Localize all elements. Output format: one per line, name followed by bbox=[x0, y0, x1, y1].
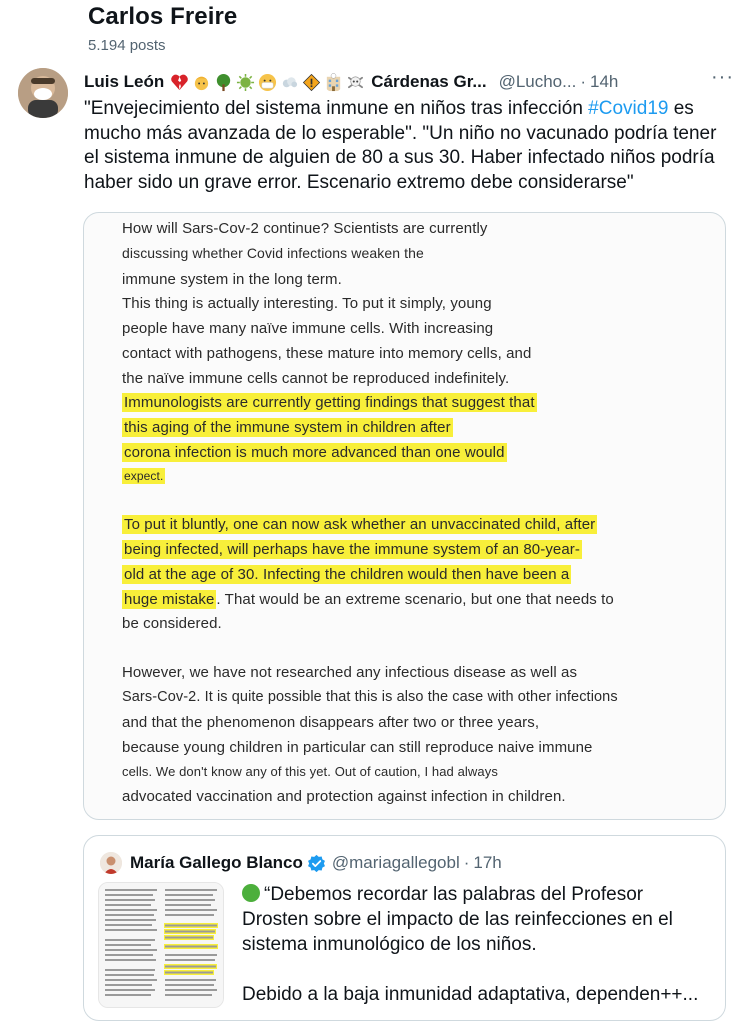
scanned-document: How will Sars-Cov-2 continue? Scientists… bbox=[84, 213, 725, 819]
verified-badge-icon bbox=[307, 854, 325, 872]
breath-icon bbox=[283, 76, 298, 87]
more-options-icon[interactable]: ··· bbox=[711, 66, 734, 89]
doc-line: and that the phenomenon disappears after… bbox=[122, 714, 540, 731]
hashtag-link[interactable]: #Covid19 bbox=[588, 98, 668, 119]
skull-crossbones-icon bbox=[348, 76, 364, 88]
doc-line: people have many naïve immune cells. Wit… bbox=[122, 320, 494, 337]
author-handle[interactable]: @Lucho... bbox=[499, 72, 577, 92]
warning-sign-icon bbox=[303, 73, 321, 91]
quoted-author-avatar[interactable] bbox=[100, 852, 122, 874]
tree-icon bbox=[217, 73, 231, 91]
quoted-tweet-text: “Debemos recordar las palabras del Profe… bbox=[242, 882, 714, 1007]
doc-line: . That would be an extreme scenario, but… bbox=[216, 591, 614, 608]
quoted-tweet-para2: Debido a la baja inmunidad adaptativa, d… bbox=[242, 984, 699, 1005]
doc-highlighted-line: corona infection is much more advanced t… bbox=[122, 443, 507, 462]
tweet-text: "Envejecimiento del sistema inmune en ni… bbox=[84, 97, 724, 195]
tweet-header: Luis León Cárdenas Gr... @Lucho... · 14h… bbox=[84, 66, 734, 94]
green-circle-icon bbox=[242, 884, 260, 902]
profile-header: Carlos Freire 5.194 posts bbox=[0, 0, 746, 64]
quoted-tweet-timestamp[interactable]: 17h bbox=[473, 853, 501, 873]
separator-dot: · bbox=[580, 72, 586, 91]
doc-line: However, we have not researched any infe… bbox=[122, 664, 578, 681]
doc-line: This thing is actually interesting. To p… bbox=[122, 295, 492, 312]
author-emoji-row bbox=[170, 72, 365, 92]
doc-line: advocated vaccination and protection aga… bbox=[122, 788, 566, 805]
tweet-text-part1: "Envejecimiento del sistema inmune en ni… bbox=[84, 98, 589, 119]
doc-highlighted-line: old at the age of 30. Infecting the chil… bbox=[122, 565, 572, 584]
doc-line: Sars-Cov-2. It is quite possible that th… bbox=[122, 689, 618, 705]
doc-highlighted-line: expect. bbox=[122, 468, 166, 484]
doc-highlighted-line: To put it bluntly, one can now ask wheth… bbox=[122, 515, 598, 534]
quoted-tweet[interactable]: María Gallego Blanco @mariagallegobl · 1… bbox=[83, 835, 726, 1021]
doc-line: because young children in particular can… bbox=[122, 739, 593, 756]
profile-name: Carlos Freire bbox=[88, 3, 238, 30]
doc-line: contact with pathogens, these mature int… bbox=[122, 345, 532, 362]
doc-highlighted-line: Immunologists are currently getting find… bbox=[122, 393, 537, 412]
doc-line: discussing whether Covid infections weak… bbox=[122, 245, 424, 261]
quoted-tweet-para1: “Debemos recordar las palabras del Profe… bbox=[242, 884, 673, 955]
profile-post-count: 5.194 posts bbox=[88, 37, 166, 54]
mask-face-icon bbox=[259, 73, 277, 91]
quoted-author-name[interactable]: María Gallego Blanco bbox=[130, 853, 303, 873]
doc-line: the naïve immune cells cannot be reprodu… bbox=[122, 370, 510, 387]
doc-line: immune system in the long term. bbox=[122, 271, 342, 288]
separator-dot: · bbox=[463, 853, 470, 872]
broken-heart-icon bbox=[171, 74, 189, 90]
tweet-timestamp[interactable]: 14h bbox=[590, 72, 618, 92]
quoted-author-handle[interactable]: @mariagallegobl bbox=[332, 853, 460, 873]
author-avatar[interactable] bbox=[18, 68, 68, 118]
tweet-media-image[interactable]: How will Sars-Cov-2 continue? Scientists… bbox=[83, 212, 726, 820]
doc-line: How will Sars-Cov-2 continue? Scientists… bbox=[122, 220, 488, 237]
baby-icon bbox=[195, 76, 209, 90]
hospital-icon bbox=[327, 72, 341, 91]
quoted-tweet-media-thumbnail[interactable] bbox=[98, 882, 224, 1008]
doc-highlighted-line: this aging of the immune system in child… bbox=[122, 418, 453, 437]
doc-highlighted-line: being infected, will perhaps have the im… bbox=[122, 540, 582, 559]
author-name[interactable]: Luis León bbox=[84, 72, 164, 92]
doc-line: cells. We don't know any of this yet. Ou… bbox=[122, 764, 498, 779]
author-name-tail[interactable]: Cárdenas Gr... bbox=[371, 72, 486, 92]
doc-highlighted-line: huge mistake bbox=[122, 590, 217, 609]
quoted-tweet-header: María Gallego Blanco @mariagallegobl · 1… bbox=[130, 851, 502, 875]
doc-line: be considered. bbox=[122, 615, 222, 632]
virus-icon bbox=[237, 73, 255, 91]
